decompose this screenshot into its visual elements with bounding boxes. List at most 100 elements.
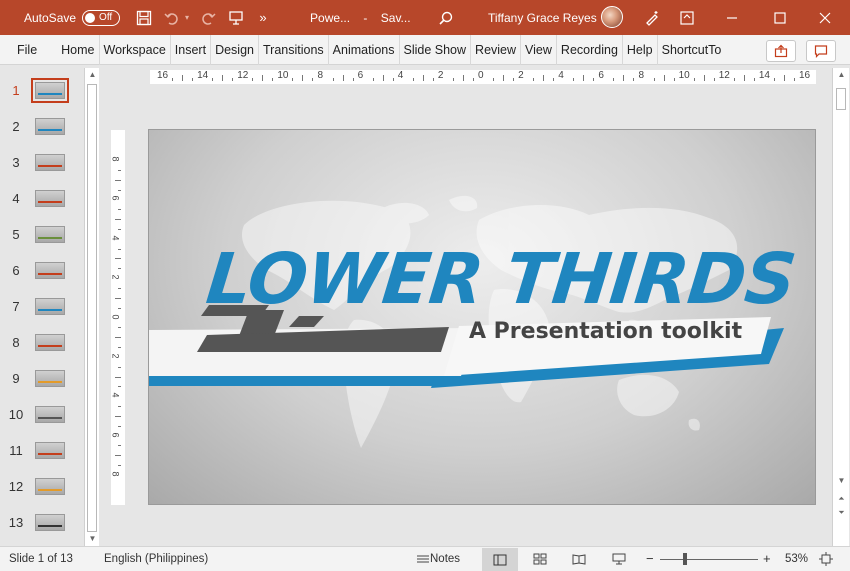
tab-transitions[interactable]: Transitions <box>259 34 329 65</box>
present-icon[interactable] <box>226 0 246 35</box>
language-indicator[interactable]: English (Philippines) <box>104 553 208 565</box>
maximize-icon[interactable] <box>760 0 800 35</box>
tab-file[interactable]: File <box>0 35 55 65</box>
ruler-tick <box>503 75 505 81</box>
slide-thumbnail[interactable]: 2 <box>0 116 84 136</box>
slide-thumbnail-image[interactable] <box>35 189 65 207</box>
zoom-in-button[interactable]: + <box>763 551 771 566</box>
slide-thumbnail-number: 6 <box>12 262 20 278</box>
undo-icon[interactable] <box>162 0 182 35</box>
designer-pen-icon[interactable] <box>642 0 662 35</box>
slide-thumbnail[interactable]: 13 <box>0 512 84 532</box>
doc-title-name: Powe... <box>310 10 351 25</box>
ruler-tick <box>302 75 304 81</box>
slide-thumbnail-image[interactable] <box>35 405 65 423</box>
search-icon[interactable] <box>436 0 456 35</box>
ruler-tick <box>573 78 575 81</box>
slide-scrollbar[interactable]: ▲ ▼ ⏶ ⏷ <box>832 68 849 546</box>
tab-insert[interactable]: Insert <box>171 34 212 65</box>
ruler-label: 12 <box>718 70 730 81</box>
slide-subtitle[interactable]: A Presentation toolkit <box>469 319 742 344</box>
slide-thumbnail-image[interactable] <box>35 441 65 459</box>
horizontal-ruler[interactable]: 16 14 12 10 8 6 4 2 0 2 4 6 8 10 12 14 16 <box>150 70 816 84</box>
zoom-out-button[interactable]: − <box>646 551 654 566</box>
fit-to-window-icon[interactable] <box>815 551 837 567</box>
slide-thumbnail[interactable]: 5 <box>0 224 84 244</box>
comments-button[interactable] <box>806 40 836 62</box>
slide-show-icon[interactable] <box>608 551 630 567</box>
avatar[interactable] <box>601 6 623 28</box>
zoom-slider[interactable] <box>660 559 758 560</box>
tab-help[interactable]: Help <box>623 34 658 65</box>
slide-thumbnail-image[interactable] <box>35 297 65 315</box>
slide-thumbnail-image[interactable] <box>35 369 65 387</box>
tab-review[interactable]: Review <box>471 34 522 65</box>
tab-home[interactable]: Home <box>55 34 100 65</box>
slide-thumbnail[interactable]: 8 <box>0 332 84 352</box>
tab-slide-show[interactable]: Slide Show <box>400 34 472 65</box>
slide-thumbnail[interactable]: 3 <box>0 152 84 172</box>
slide-sorter-icon[interactable] <box>529 551 551 567</box>
doc-title-status: Sav... <box>380 10 411 25</box>
ruler-tick <box>115 337 121 339</box>
slide-thumbnail-number: 13 <box>8 514 24 530</box>
slide-thumbnail[interactable]: 11 <box>0 440 84 460</box>
scrollbar-thumb[interactable] <box>87 84 97 532</box>
previous-slide-icon[interactable]: ⏶ <box>834 494 849 504</box>
slide-title[interactable]: LOWER THIRDS <box>203 238 799 320</box>
ruler-label: 0 <box>110 313 121 320</box>
redo-icon[interactable] <box>198 0 218 35</box>
tab-recording[interactable]: Recording <box>557 34 623 65</box>
slide-thumbnail-image[interactable] <box>31 77 69 103</box>
slide-thumbnail-image[interactable] <box>35 333 65 351</box>
ruler-tick <box>118 228 121 230</box>
next-slide-icon[interactable]: ⏷ <box>834 508 849 518</box>
autosave-toggle[interactable]: Off <box>82 9 121 26</box>
slide-canvas[interactable]: LOWER THIRDS A Presentation toolkit <box>148 129 816 505</box>
slide-thumbnail-number: 3 <box>12 154 20 170</box>
tab-view[interactable]: View <box>521 34 557 65</box>
zoom-level[interactable]: 53% <box>785 553 808 565</box>
ribbon-display-options-icon[interactable] <box>667 0 707 35</box>
tab-workspace[interactable]: Workspace <box>100 34 171 65</box>
slide-thumbnail[interactable]: 10 <box>0 404 84 424</box>
normal-view-icon[interactable] <box>482 548 518 571</box>
thumbnail-scrollbar[interactable]: ▲ ▼ <box>84 68 99 546</box>
slide-thumbnail[interactable]: 6 <box>0 260 84 280</box>
slide-thumbnail[interactable]: 9 <box>0 368 84 388</box>
scroll-down-icon[interactable]: ▼ <box>85 534 100 543</box>
scroll-down-icon[interactable]: ▼ <box>834 476 849 485</box>
save-icon[interactable] <box>134 0 154 35</box>
reading-view-icon[interactable] <box>568 551 590 567</box>
undo-dropdown-icon[interactable]: ▾ <box>182 0 192 35</box>
thumbnail-accent-bar <box>38 344 62 347</box>
tab-design[interactable]: Design <box>211 34 259 65</box>
tab-shortcutto[interactable]: ShortcutTo <box>658 35 726 65</box>
vertical-ruler[interactable]: 8 6 4 2 0 2 4 6 8 <box>111 130 125 505</box>
slide-thumbnail[interactable]: 1 <box>0 77 84 103</box>
slide-thumbnail-image[interactable] <box>35 513 65 531</box>
user-name[interactable]: Tiffany Grace Reyes <box>488 11 597 25</box>
slide-thumbnail[interactable]: 12 <box>0 476 84 496</box>
scroll-up-icon[interactable]: ▲ <box>85 70 100 79</box>
slide-thumbnail-image[interactable] <box>35 477 65 495</box>
minimize-icon[interactable] <box>712 0 752 35</box>
scroll-up-icon[interactable]: ▲ <box>834 70 849 79</box>
zoom-slider-thumb[interactable] <box>683 553 687 565</box>
slide-thumbnail[interactable]: 7 <box>0 296 84 316</box>
notes-button-label[interactable]: Notes <box>430 553 460 565</box>
close-icon[interactable] <box>805 0 845 35</box>
ruler-label: 6 <box>598 70 604 81</box>
tab-animations[interactable]: Animations <box>329 34 400 65</box>
scrollbar-thumb[interactable] <box>836 88 846 110</box>
autosave-label: AutoSave <box>24 10 77 25</box>
slide-thumbnail-image[interactable] <box>35 261 65 279</box>
slide-thumbnail-image[interactable] <box>35 153 65 171</box>
ruler-tick <box>115 219 121 221</box>
slide-thumbnail-image[interactable] <box>35 225 65 243</box>
ruler-tick <box>115 455 121 457</box>
slide-thumbnail-image[interactable] <box>35 117 65 135</box>
share-button[interactable] <box>766 40 796 62</box>
more-commands-icon[interactable]: » <box>256 0 270 35</box>
slide-thumbnail[interactable]: 4 <box>0 188 84 208</box>
